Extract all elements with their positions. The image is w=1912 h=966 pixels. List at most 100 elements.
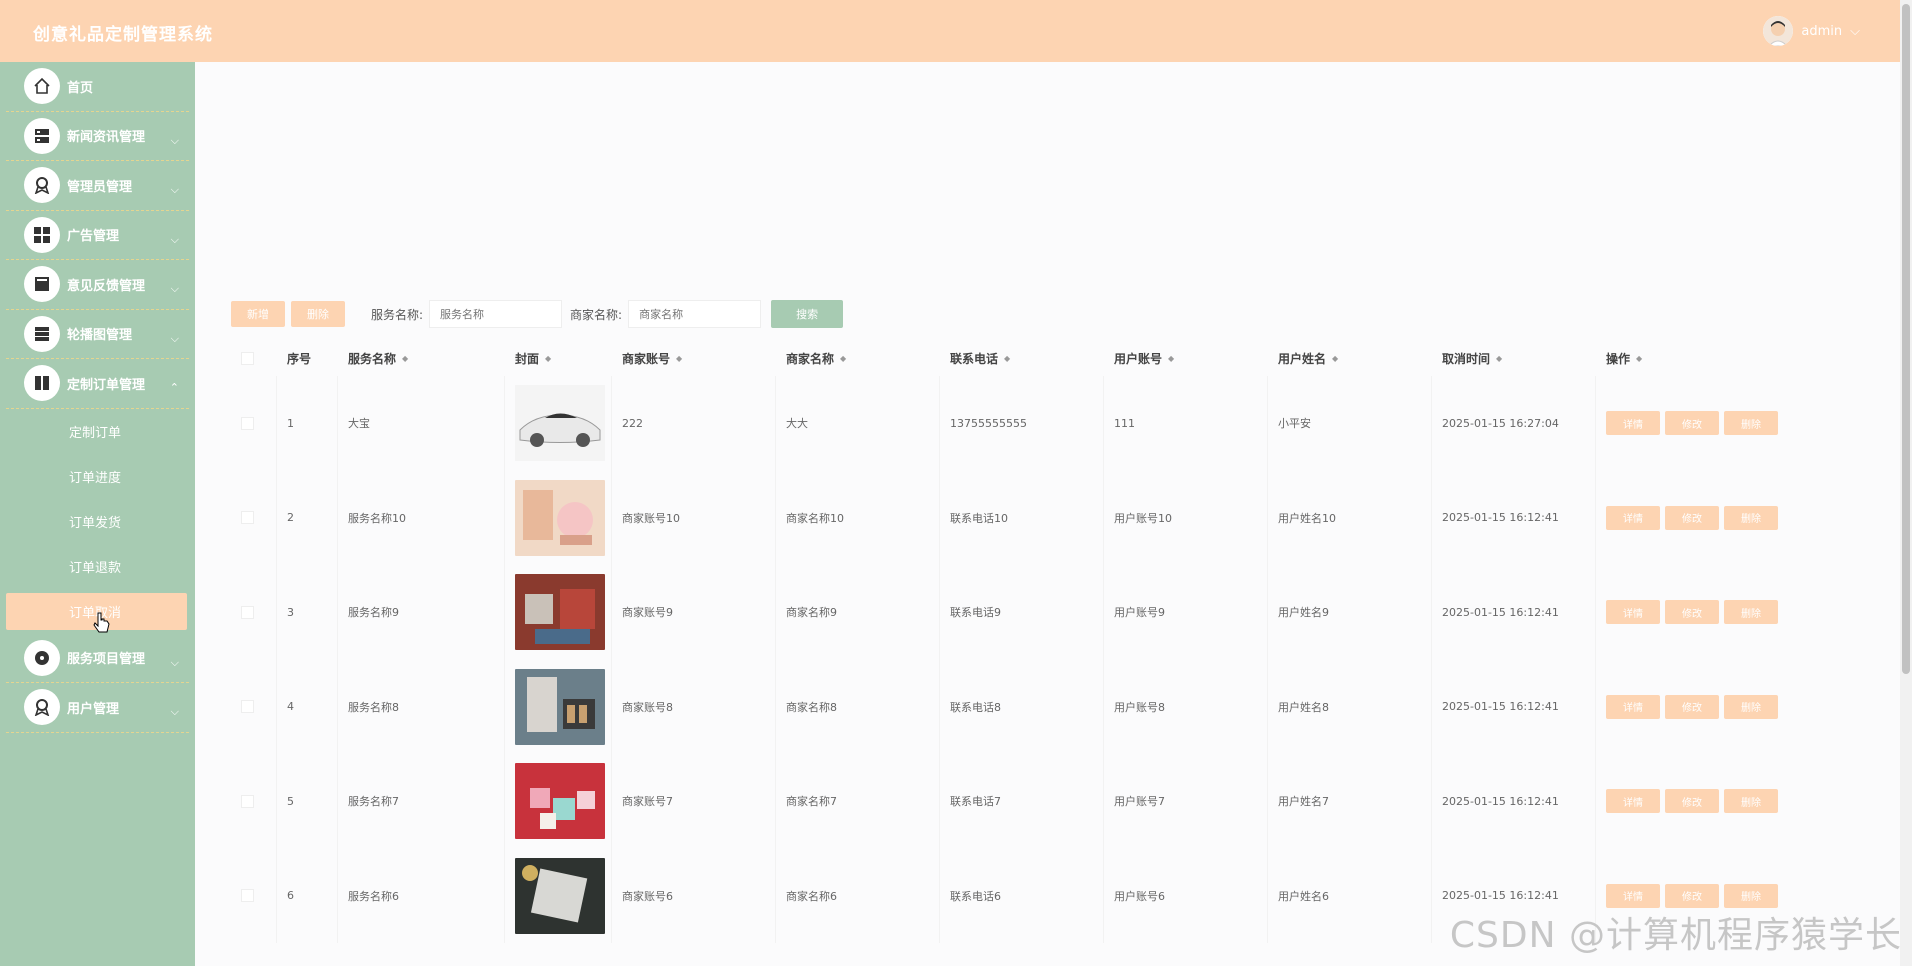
sidebar-item-services[interactable]: 服务项目管理 ⌵ <box>6 634 189 683</box>
delete-button[interactable]: 删除 <box>1724 694 1778 719</box>
sort-icon[interactable]: ◆ <box>676 354 682 363</box>
sidebar-subitem-custom-orders[interactable]: 定制订单 <box>0 409 195 454</box>
user-name-cell: 用户姓名6 <box>1268 848 1432 943</box>
column-header[interactable]: 商家名称 ◆ <box>776 340 940 376</box>
edit-button[interactable]: 修改 <box>1665 789 1719 814</box>
column-header[interactable]: 封面 ◆ <box>505 340 612 376</box>
row-checkbox[interactable] <box>241 700 254 714</box>
sidebar-item-users[interactable]: 用户管理 ⌵ <box>6 683 189 733</box>
chevron-down-icon: ⌵ <box>170 282 179 295</box>
delete-button[interactable]: 删除 <box>1724 505 1778 530</box>
row-checkbox[interactable] <box>241 605 254 619</box>
index-cell: 4 <box>277 659 338 754</box>
index-cell: 2 <box>277 470 338 565</box>
user-account-cell: 用户账号10 <box>1104 470 1268 565</box>
delete-button[interactable]: 删除 <box>1724 789 1778 814</box>
cancel-time-cell: 2025-01-15 16:12:41 <box>1432 470 1596 565</box>
user-name-cell: 用户姓名7 <box>1268 754 1432 849</box>
scrollbar-thumb[interactable] <box>1902 4 1910 674</box>
user-menu[interactable]: admin ⌵ <box>1763 16 1860 46</box>
sidebar-subitem-order-refund[interactable]: 订单退款 <box>0 544 195 589</box>
column-header[interactable]: 服务名称 ◆ <box>338 340 505 376</box>
edit-button[interactable]: 修改 <box>1665 411 1719 436</box>
sidebar-item-label: 新闻资讯管理 <box>67 130 146 146</box>
row-checkbox[interactable] <box>241 889 254 903</box>
detail-button[interactable]: 详情 <box>1606 600 1660 625</box>
service-name-cell: 服务名称6 <box>338 848 505 943</box>
merchant-name-input[interactable] <box>628 300 762 328</box>
cover-image <box>515 479 605 556</box>
sort-icon[interactable]: ◆ <box>1636 354 1642 363</box>
delete-button[interactable]: 删除 <box>1724 883 1778 908</box>
sort-icon[interactable]: ◆ <box>402 354 408 363</box>
news-icon <box>24 117 60 154</box>
column-header[interactable]: 联系电话 ◆ <box>940 340 1104 376</box>
app-title: 创意礼品定制管理系统 <box>33 25 213 45</box>
row-checkbox[interactable] <box>241 794 254 808</box>
cover-image <box>515 574 605 651</box>
add-button[interactable]: 新增 <box>231 301 285 327</box>
column-header[interactable]: 操作 ◆ <box>1596 340 1836 376</box>
chevron-down-icon: ⌵ <box>170 183 179 196</box>
detail-button[interactable]: 详情 <box>1606 789 1660 814</box>
service-name-cell: 服务名称8 <box>338 659 505 754</box>
detail-button[interactable]: 详情 <box>1606 883 1660 908</box>
chevron-down-icon[interactable]: ⌵ <box>1850 24 1860 39</box>
column-header: 序号 <box>287 351 312 366</box>
merchant-name-cell: 商家名称6 <box>776 848 940 943</box>
merchant-account-cell: 商家账号6 <box>612 848 776 943</box>
toolbar: 新增 删除 服务名称: 商家名称: 搜索 <box>231 300 844 328</box>
search-button[interactable]: 搜索 <box>771 300 844 328</box>
row-checkbox[interactable] <box>241 416 254 430</box>
sidebar-subitem-order-shipping[interactable]: 订单发货 <box>0 499 195 544</box>
detail-button[interactable]: 详情 <box>1606 411 1660 436</box>
chevron-down-icon: ⌵ <box>170 232 179 246</box>
sidebar-item-news[interactable]: 新闻资讯管理 ⌵ <box>6 112 189 161</box>
select-all-checkbox[interactable] <box>241 351 254 365</box>
cover-image <box>515 763 605 840</box>
sidebar-subitem-order-progress[interactable]: 订单进度 <box>0 454 195 499</box>
user-name-cell: 用户姓名9 <box>1268 565 1432 660</box>
sort-icon[interactable]: ◆ <box>1168 354 1174 363</box>
edit-button[interactable]: 修改 <box>1665 694 1719 719</box>
page-scrollbar[interactable] <box>1900 0 1912 966</box>
sort-icon[interactable]: ◆ <box>545 354 551 363</box>
grid-icon <box>24 216 60 253</box>
merchant-name-cell: 大大 <box>776 376 940 471</box>
cancel-time-cell: 2025-01-15 16:27:04 <box>1432 376 1596 471</box>
sidebar-item-admin[interactable]: 管理员管理 ⌵ <box>6 161 189 211</box>
column-header[interactable]: 取消时间 ◆ <box>1432 340 1596 376</box>
column-header[interactable]: 用户账号 ◆ <box>1104 340 1268 376</box>
column-header[interactable]: 用户姓名 ◆ <box>1268 340 1432 376</box>
cover-image <box>515 857 605 934</box>
sort-icon[interactable]: ◆ <box>840 354 846 363</box>
delete-button[interactable]: 删除 <box>1724 600 1778 625</box>
sidebar-item-feedback[interactable]: 意见反馈管理 ⌵ <box>6 260 189 310</box>
delete-button[interactable]: 删除 <box>1724 411 1778 436</box>
batch-delete-button[interactable]: 删除 <box>291 301 345 327</box>
detail-button[interactable]: 详情 <box>1606 694 1660 719</box>
edit-button[interactable]: 修改 <box>1665 505 1719 530</box>
sidebar-item-home[interactable]: 首页 <box>6 62 189 112</box>
sort-icon[interactable]: ◆ <box>1004 354 1010 363</box>
row-checkbox[interactable] <box>241 511 254 525</box>
column-header[interactable]: 商家账号 ◆ <box>612 340 776 376</box>
sidebar-item-orders[interactable]: 定制订单管理 ⌃ <box>6 359 189 409</box>
sort-icon[interactable]: ◆ <box>1496 354 1502 363</box>
edit-button[interactable]: 修改 <box>1665 883 1719 908</box>
edit-button[interactable]: 修改 <box>1665 600 1719 625</box>
service-name-input[interactable] <box>429 300 563 328</box>
avatar[interactable] <box>1763 16 1794 46</box>
chevron-down-icon: ⌵ <box>170 705 179 718</box>
username[interactable]: admin <box>1801 24 1842 39</box>
sidebar-item-carousel[interactable]: 轮播图管理 ⌵ <box>6 310 189 359</box>
table-row: 1 大宝 222 大大 13755555555 111 小平安 2025-01-… <box>231 376 1865 471</box>
sort-icon[interactable]: ◆ <box>1332 354 1338 363</box>
user-account-cell: 用户账号9 <box>1104 565 1268 660</box>
index-cell: 5 <box>277 754 338 849</box>
sidebar-item-ads[interactable]: 广告管理 ⌵ <box>6 211 189 260</box>
select-all-cell[interactable] <box>231 340 277 376</box>
detail-button[interactable]: 详情 <box>1606 505 1660 530</box>
phone-cell: 联系电话7 <box>940 754 1104 849</box>
sidebar-item-label: 轮播图管理 <box>67 328 133 344</box>
